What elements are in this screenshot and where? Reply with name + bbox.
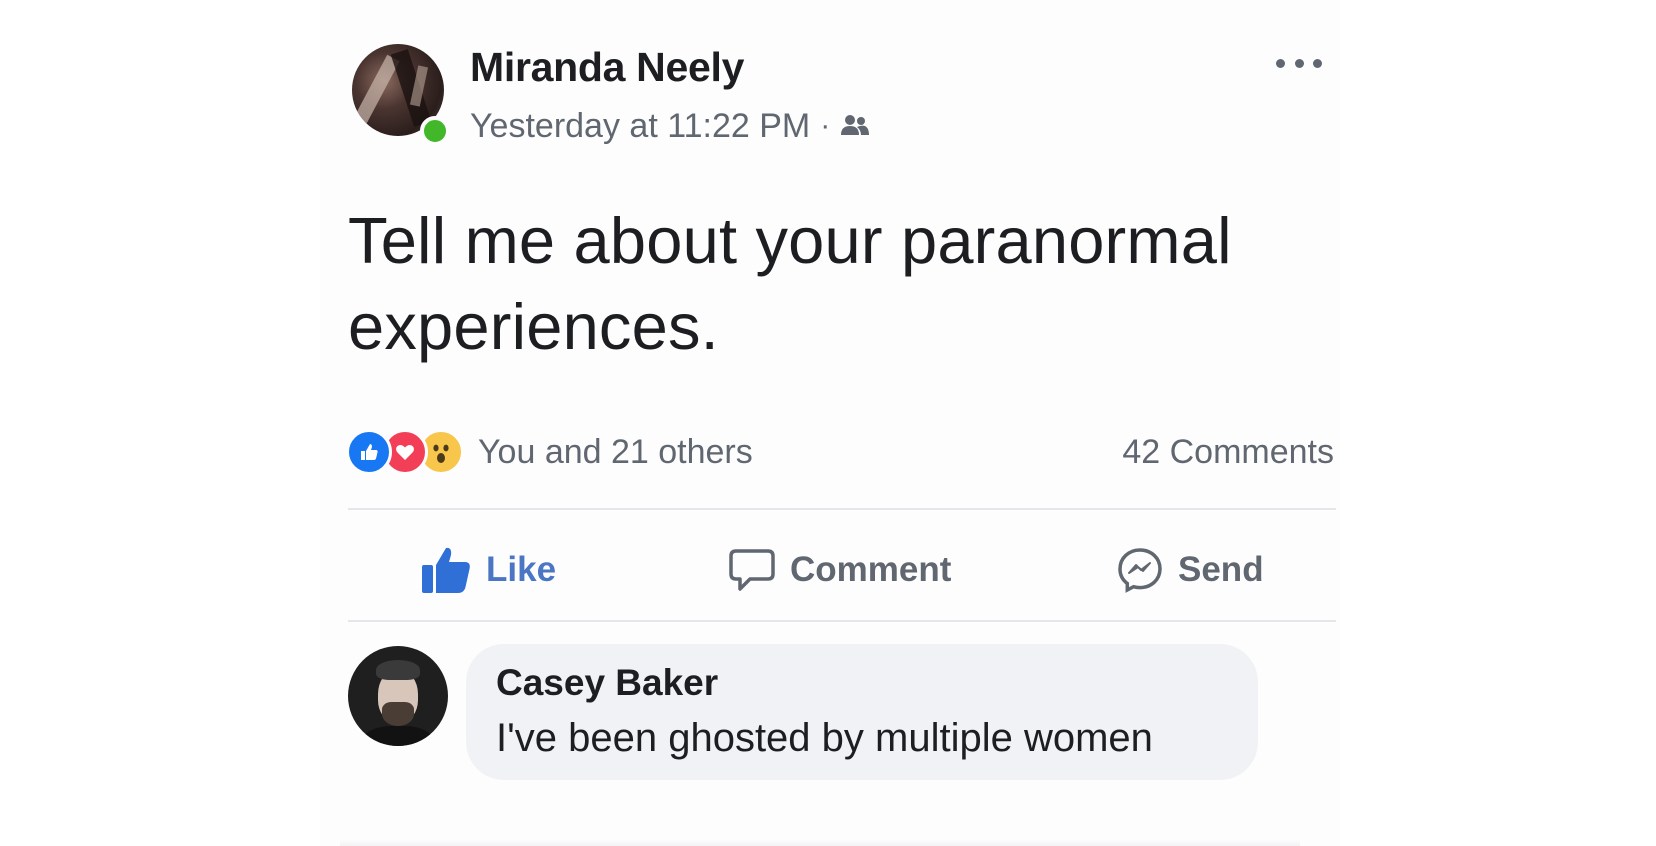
divider-bottom <box>348 620 1336 622</box>
post-timestamp[interactable]: Yesterday at 11:22 PM <box>470 107 810 146</box>
post-meta: Yesterday at 11:22 PM · <box>470 104 870 148</box>
friends-icon[interactable] <box>840 113 870 139</box>
thumbs-up-icon <box>420 545 472 595</box>
comment-bubble-icon <box>728 547 776 593</box>
like-button[interactable]: Like <box>420 540 556 600</box>
post-author-name[interactable]: Miranda Neely <box>470 44 744 91</box>
divider-top <box>348 508 1336 510</box>
commenter-avatar[interactable] <box>348 646 448 746</box>
comment-text: I've been ghosted by multiple women <box>496 716 1153 760</box>
comment-button[interactable]: Comment <box>728 540 951 600</box>
reaction-count-text[interactable]: You and 21 others <box>478 433 753 472</box>
meta-separator: · <box>820 109 831 142</box>
send-button-label: Send <box>1178 550 1264 589</box>
reactions-summary[interactable]: You and 21 others <box>346 428 753 476</box>
more-options-icon[interactable] <box>1276 50 1322 76</box>
like-button-label: Like <box>486 550 557 589</box>
send-button[interactable]: Send <box>1116 540 1264 600</box>
post-text: Tell me about your paranormal experience… <box>348 204 1232 363</box>
like-reaction-icon <box>346 429 392 475</box>
next-content-edge <box>340 838 1300 846</box>
online-status-indicator <box>420 116 450 146</box>
comment-button-label: Comment <box>790 550 952 589</box>
messenger-icon <box>1116 546 1164 594</box>
commenter-name[interactable]: Casey Baker <box>496 662 718 704</box>
comment-count[interactable]: 42 Comments <box>1100 428 1334 476</box>
